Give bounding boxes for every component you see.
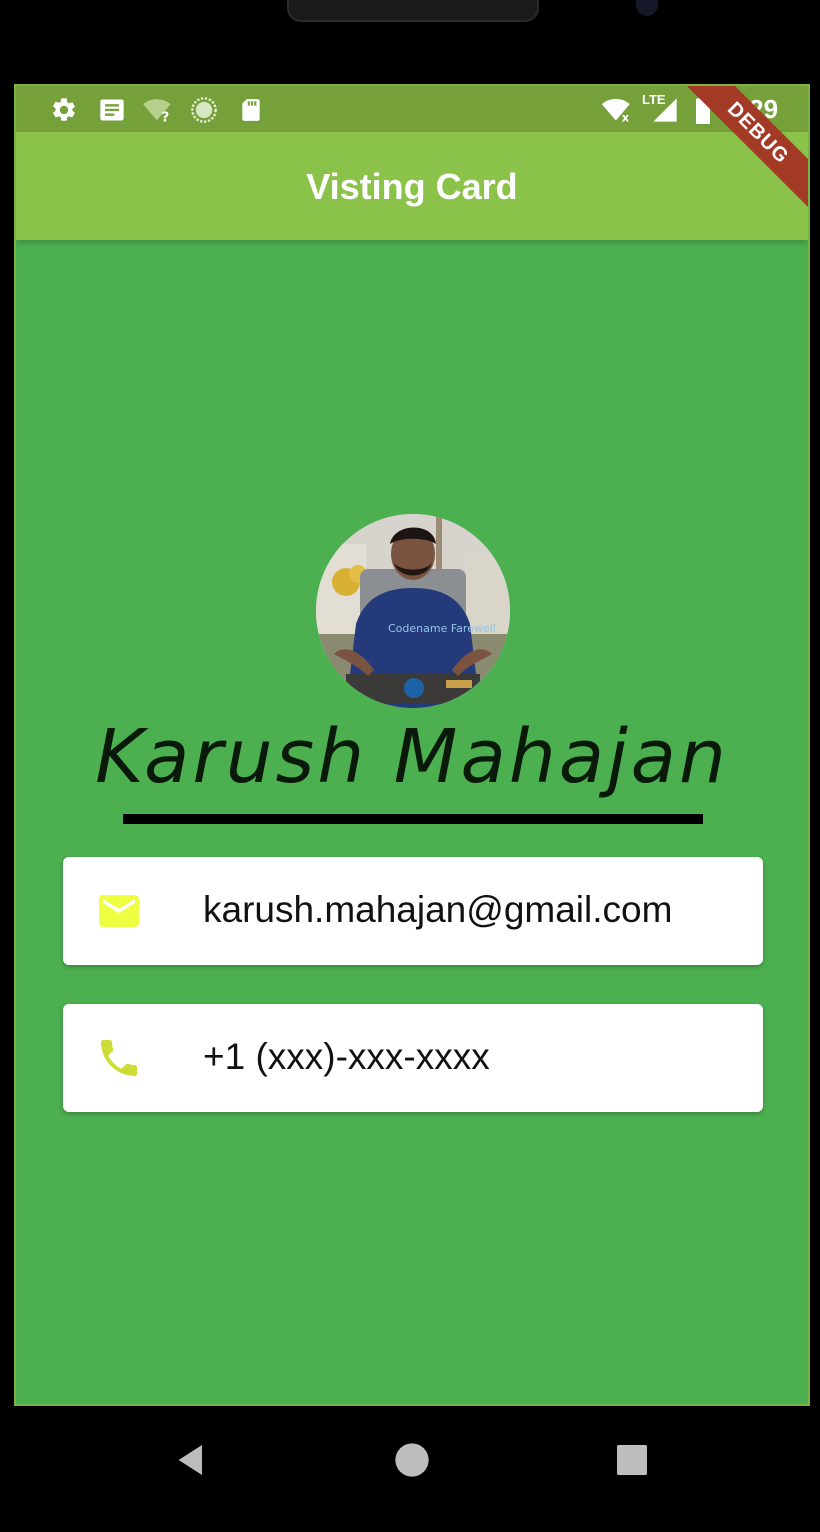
- wifi-icon: x: [601, 98, 630, 124]
- navigation-bar: [0, 1406, 820, 1532]
- phone-card[interactable]: +1 (xxx)-xxx-xxxx: [63, 1004, 763, 1112]
- profile-photo: Codename Farewell: [316, 514, 510, 708]
- status-bar: ? x LTE 9:29: [16, 86, 808, 132]
- circle-loading-icon: [191, 97, 217, 123]
- signal-icon: [653, 98, 677, 122]
- shirt-text: Codename Farewell: [388, 622, 496, 635]
- svg-text:x: x: [622, 111, 630, 124]
- device-speaker: [287, 0, 539, 22]
- back-icon[interactable]: [172, 1440, 212, 1480]
- email-icon: [99, 895, 139, 927]
- svg-text:?: ?: [161, 109, 169, 124]
- phone-text: +1 (xxx)-xxx-xxxx: [203, 1036, 490, 1077]
- home-icon[interactable]: [392, 1440, 432, 1480]
- app-screen: ? x LTE 9:29: [14, 84, 810, 1406]
- device-frame: ? x LTE 9:29: [0, 0, 820, 1532]
- profile-name: Karush Mahajan: [95, 714, 729, 800]
- email-card[interactable]: karush.mahajan@gmail.com: [63, 857, 763, 965]
- app-bar: Visting Card: [16, 132, 808, 240]
- wifi-question-icon: ?: [143, 99, 171, 124]
- email-text: karush.mahajan@gmail.com: [203, 889, 673, 930]
- recents-icon[interactable]: [612, 1440, 652, 1480]
- page-title: Visting Card: [306, 166, 518, 207]
- notification-icon: [100, 99, 124, 121]
- gear-icon: [53, 98, 75, 121]
- name-divider: [123, 814, 703, 824]
- phone-icon: [101, 1040, 137, 1076]
- sd-card-icon: [242, 99, 260, 121]
- avatar: Codename Farewell: [316, 514, 510, 708]
